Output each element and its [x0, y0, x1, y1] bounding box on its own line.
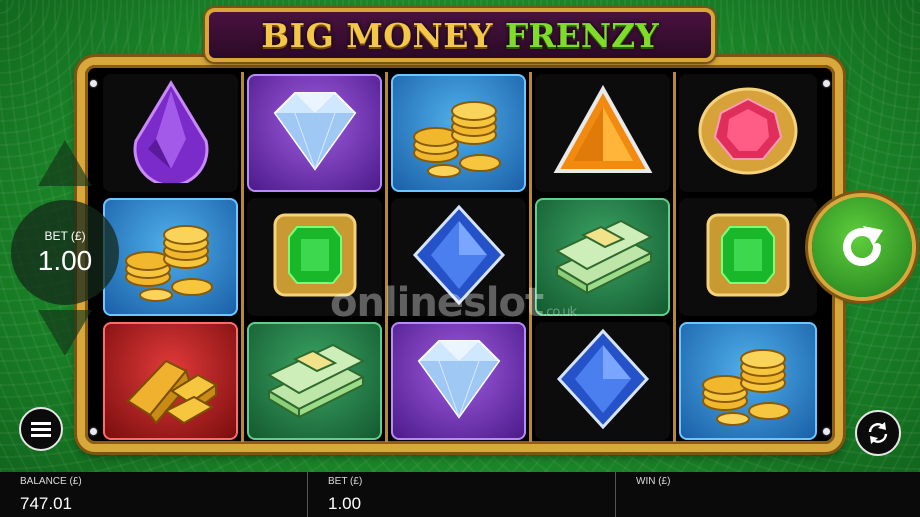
symbol-cell: [391, 198, 526, 316]
frame-pearl: [823, 80, 830, 87]
win-label: WIN (£): [636, 476, 671, 487]
autoplay-button[interactable]: [855, 410, 901, 456]
green-emerald-icon: [700, 207, 796, 308]
symbol-cell: [247, 74, 382, 192]
green-emerald-icon: [267, 207, 363, 308]
bet-increase-button[interactable]: [38, 140, 92, 186]
symbol-cell: [247, 198, 382, 316]
orange-triangle-gem-icon: [551, 83, 655, 184]
reel-4: [532, 72, 676, 442]
game-title-part2: FRENZY: [504, 15, 659, 55]
spin-arrow-icon: [843, 226, 883, 266]
win-section: WIN (£): [616, 472, 920, 517]
bet-value: 1.00: [328, 494, 362, 513]
reel-3: [388, 72, 532, 442]
red-ruby-icon: [693, 83, 803, 184]
cash-stack-icon: [543, 207, 663, 308]
frame-pearl: [823, 428, 830, 435]
balance-label: BALANCE (£): [20, 476, 82, 487]
spin-button[interactable]: [812, 197, 912, 297]
symbol-cell: [679, 198, 817, 316]
symbol-cell: [679, 322, 817, 440]
menu-button[interactable]: [19, 407, 63, 451]
bet-decrease-button[interactable]: [38, 310, 92, 356]
balance-section: BALANCE (£) 747.01: [0, 472, 308, 517]
gold-coins-icon: [404, 83, 514, 184]
symbol-cell: [103, 322, 238, 440]
frame-pearl: [90, 428, 97, 435]
gold-coins-icon: [116, 207, 226, 308]
symbol-cell: [247, 322, 382, 440]
reel-1: [100, 72, 244, 442]
bet-section: BET (£) 1.00: [308, 472, 616, 517]
gold-coins-icon: [693, 331, 803, 432]
cash-stack-icon: [255, 331, 375, 432]
symbol-cell: [535, 74, 670, 192]
symbol-cell: [103, 74, 238, 192]
game-title: BIG MONEY FRENZY: [205, 8, 715, 62]
menu-icon: [31, 422, 51, 437]
bet-display-value: 1.00: [37, 244, 93, 276]
symbol-cell: [391, 322, 526, 440]
blue-sapphire-icon: [411, 203, 507, 312]
status-bar: BALANCE (£) 747.01 BET (£) 1.00 WIN (£): [0, 472, 920, 517]
autoplay-icon: [868, 422, 888, 444]
purple-drop-gem-icon: [126, 79, 216, 188]
symbol-cell: [103, 198, 238, 316]
gold-bars-icon: [116, 331, 226, 432]
symbol-cell: [679, 74, 817, 192]
diamond-icon: [399, 331, 519, 432]
symbol-cell: [535, 322, 670, 440]
symbol-cell: [391, 74, 526, 192]
symbol-cell: [535, 198, 670, 316]
diamond-icon: [255, 83, 375, 184]
reels-grid: [100, 72, 820, 442]
reel-2: [244, 72, 388, 442]
bet-display: BET (£) 1.00: [11, 200, 119, 305]
reel-5: [676, 72, 820, 442]
blue-sapphire-icon: [555, 327, 651, 436]
bet-display-label: BET (£): [44, 228, 86, 243]
game-title-part1: BIG MONEY: [261, 15, 493, 55]
bet-label: BET (£): [328, 476, 363, 487]
balance-value: 747.01: [20, 494, 72, 513]
frame-pearl: [90, 80, 97, 87]
